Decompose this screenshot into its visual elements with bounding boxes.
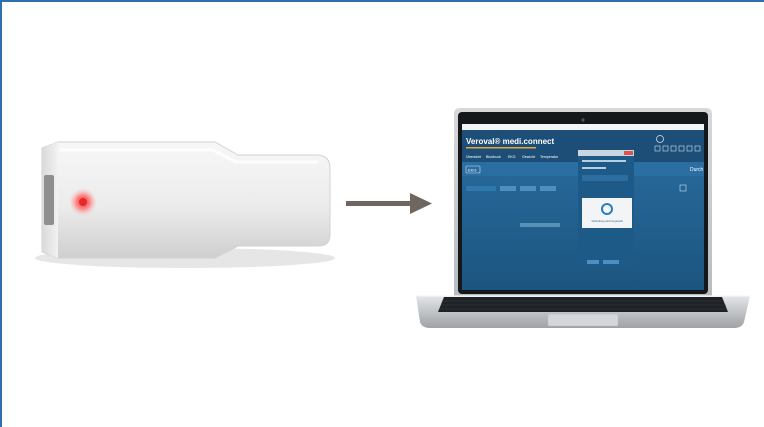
section-label: EKG: [468, 168, 476, 173]
nav-item-blutdruck[interactable]: Blutdruck: [486, 155, 501, 159]
arrow-icon: [346, 193, 432, 214]
close-icon[interactable]: [624, 151, 633, 155]
brand-underline: [466, 147, 536, 149]
camera-icon: [581, 118, 585, 122]
product-illustration: Veroval® medi.connect Übersicht Blutdruc…: [35, 108, 750, 328]
dialog-button-right[interactable]: [603, 260, 619, 264]
nav-item-gewicht[interactable]: Gewicht: [522, 155, 535, 159]
browser-bar: [462, 124, 704, 130]
usb-dongle-slot: [44, 175, 54, 225]
nav-item-ubersicht[interactable]: Übersicht: [466, 155, 481, 159]
device-row[interactable]: [582, 175, 628, 181]
arrow-head: [410, 193, 432, 214]
nav-item-temperatur[interactable]: Temperatur: [540, 155, 559, 159]
empty-state-text: [520, 223, 560, 227]
arrow-shaft: [346, 201, 412, 206]
dialog-message: Verbindung wird hergestellt: [591, 219, 623, 223]
led-light-icon: [79, 198, 87, 206]
dialog-button-left[interactable]: [587, 260, 599, 264]
filter-buttons: [466, 186, 556, 191]
dialog-line-2: [582, 167, 606, 169]
app-nav: Übersicht Blutdruck EKG Gewicht Temperat…: [466, 155, 559, 159]
connection-dialog: Verbindung wird hergestellt: [578, 150, 634, 268]
laptop-keyboard: [438, 297, 728, 312]
nav-item-ekg[interactable]: EKG: [508, 155, 516, 159]
laptop-touchpad: [547, 313, 619, 327]
laptop: Veroval® medi.connect Übersicht Blutdruc…: [416, 108, 750, 328]
dialog-line-1: [582, 160, 626, 162]
partial-right-text: Durch: [690, 167, 704, 173]
app-brand: Veroval® medi.connect: [466, 137, 554, 146]
usb-dongle: [35, 141, 335, 268]
